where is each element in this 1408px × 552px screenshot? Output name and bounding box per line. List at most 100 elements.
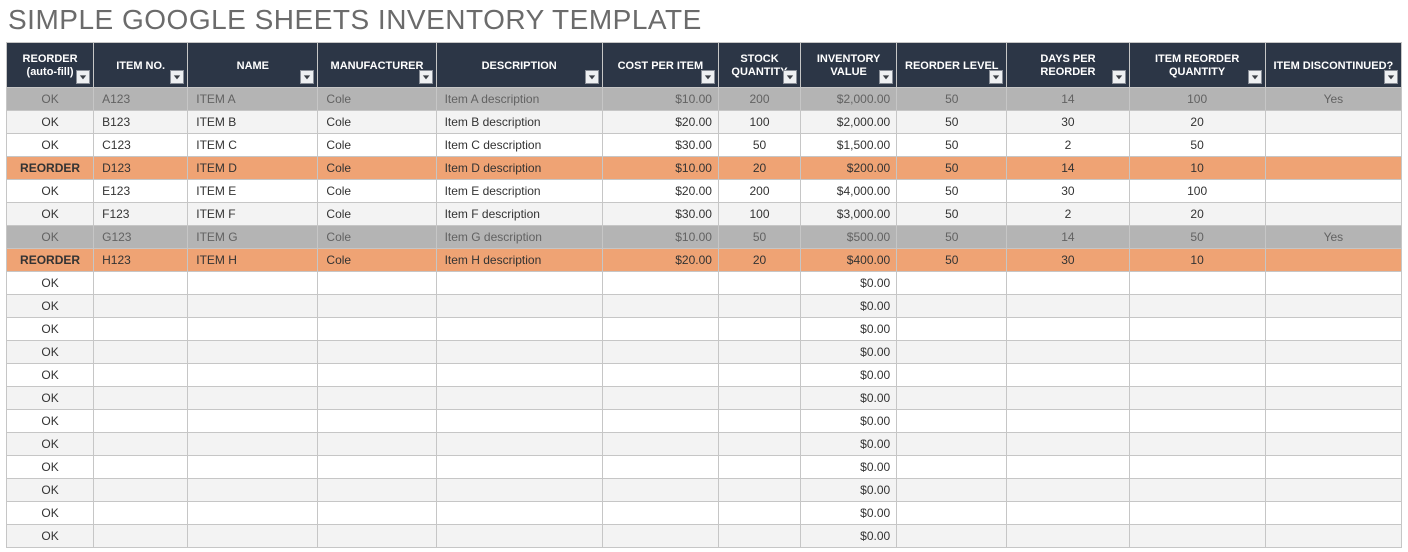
cell-disc[interactable] <box>1265 479 1401 502</box>
cell-name[interactable] <box>188 272 318 295</box>
cell-item_no[interactable] <box>94 318 188 341</box>
cell-mfr[interactable] <box>318 341 436 364</box>
cell-disc[interactable] <box>1265 341 1401 364</box>
cell-name[interactable] <box>188 295 318 318</box>
cell-reorder_level[interactable] <box>897 502 1007 525</box>
filter-dropdown-icon[interactable] <box>419 70 433 84</box>
cell-name[interactable]: ITEM C <box>188 134 318 157</box>
cell-reorder_level[interactable] <box>897 456 1007 479</box>
cell-disc[interactable] <box>1265 433 1401 456</box>
cell-disc[interactable] <box>1265 456 1401 479</box>
cell-inv[interactable]: $500.00 <box>801 226 897 249</box>
cell-reorder_level[interactable] <box>897 341 1007 364</box>
cell-mfr[interactable] <box>318 318 436 341</box>
cell-name[interactable]: ITEM A <box>188 88 318 111</box>
cell-stock[interactable] <box>718 364 800 387</box>
filter-dropdown-icon[interactable] <box>1248 70 1262 84</box>
cell-inv[interactable]: $200.00 <box>801 157 897 180</box>
cell-disc[interactable] <box>1265 387 1401 410</box>
cell-stock[interactable] <box>718 295 800 318</box>
cell-item_no[interactable]: D123 <box>94 157 188 180</box>
cell-status[interactable]: OK <box>7 111 94 134</box>
cell-reorder_qty[interactable] <box>1129 387 1265 410</box>
cell-disc[interactable] <box>1265 203 1401 226</box>
cell-status[interactable]: OK <box>7 203 94 226</box>
cell-stock[interactable] <box>718 318 800 341</box>
cell-days[interactable] <box>1007 456 1129 479</box>
cell-item_no[interactable]: A123 <box>94 88 188 111</box>
filter-dropdown-icon[interactable] <box>1112 70 1126 84</box>
cell-stock[interactable]: 200 <box>718 180 800 203</box>
cell-days[interactable]: 14 <box>1007 226 1129 249</box>
cell-stock[interactable] <box>718 272 800 295</box>
cell-reorder_qty[interactable] <box>1129 364 1265 387</box>
cell-stock[interactable] <box>718 410 800 433</box>
cell-mfr[interactable] <box>318 387 436 410</box>
cell-stock[interactable]: 20 <box>718 249 800 272</box>
cell-mfr[interactable] <box>318 479 436 502</box>
cell-days[interactable] <box>1007 341 1129 364</box>
cell-inv[interactable]: $0.00 <box>801 272 897 295</box>
cell-stock[interactable]: 200 <box>718 88 800 111</box>
cell-reorder_level[interactable] <box>897 364 1007 387</box>
cell-days[interactable] <box>1007 525 1129 548</box>
cell-days[interactable] <box>1007 479 1129 502</box>
filter-dropdown-icon[interactable] <box>76 70 90 84</box>
cell-mfr[interactable] <box>318 525 436 548</box>
cell-disc[interactable] <box>1265 249 1401 272</box>
cell-reorder_qty[interactable] <box>1129 272 1265 295</box>
cell-inv[interactable]: $4,000.00 <box>801 180 897 203</box>
cell-inv[interactable]: $1,500.00 <box>801 134 897 157</box>
cell-disc[interactable] <box>1265 111 1401 134</box>
cell-days[interactable]: 30 <box>1007 249 1129 272</box>
cell-cost[interactable] <box>602 456 718 479</box>
cell-reorder_qty[interactable] <box>1129 525 1265 548</box>
cell-desc[interactable] <box>436 456 602 479</box>
cell-stock[interactable]: 100 <box>718 111 800 134</box>
cell-cost[interactable]: $20.00 <box>602 180 718 203</box>
cell-inv[interactable]: $0.00 <box>801 318 897 341</box>
cell-cost[interactable]: $10.00 <box>602 88 718 111</box>
cell-reorder_level[interactable] <box>897 525 1007 548</box>
cell-disc[interactable] <box>1265 502 1401 525</box>
column-header[interactable]: STOCK QUANTITY <box>718 43 800 88</box>
cell-mfr[interactable] <box>318 433 436 456</box>
cell-days[interactable] <box>1007 364 1129 387</box>
cell-name[interactable]: ITEM D <box>188 157 318 180</box>
cell-desc[interactable] <box>436 364 602 387</box>
cell-item_no[interactable]: E123 <box>94 180 188 203</box>
filter-dropdown-icon[interactable] <box>989 70 1003 84</box>
cell-desc[interactable] <box>436 387 602 410</box>
cell-reorder_qty[interactable] <box>1129 502 1265 525</box>
cell-reorder_qty[interactable]: 20 <box>1129 203 1265 226</box>
cell-status[interactable]: OK <box>7 525 94 548</box>
cell-disc[interactable] <box>1265 295 1401 318</box>
cell-name[interactable] <box>188 410 318 433</box>
cell-desc[interactable] <box>436 502 602 525</box>
cell-status[interactable]: OK <box>7 272 94 295</box>
cell-days[interactable]: 14 <box>1007 157 1129 180</box>
cell-reorder_qty[interactable]: 50 <box>1129 134 1265 157</box>
cell-name[interactable] <box>188 318 318 341</box>
cell-cost[interactable] <box>602 272 718 295</box>
cell-inv[interactable]: $0.00 <box>801 525 897 548</box>
cell-days[interactable] <box>1007 387 1129 410</box>
cell-inv[interactable]: $3,000.00 <box>801 203 897 226</box>
cell-desc[interactable] <box>436 525 602 548</box>
cell-name[interactable] <box>188 387 318 410</box>
cell-status[interactable]: REORDER <box>7 249 94 272</box>
cell-cost[interactable] <box>602 387 718 410</box>
cell-stock[interactable] <box>718 502 800 525</box>
cell-reorder_level[interactable] <box>897 479 1007 502</box>
cell-cost[interactable] <box>602 295 718 318</box>
cell-stock[interactable]: 20 <box>718 157 800 180</box>
cell-desc[interactable]: Item B description <box>436 111 602 134</box>
cell-status[interactable]: OK <box>7 387 94 410</box>
cell-name[interactable]: ITEM B <box>188 111 318 134</box>
cell-mfr[interactable] <box>318 410 436 433</box>
cell-item_no[interactable]: F123 <box>94 203 188 226</box>
cell-disc[interactable] <box>1265 180 1401 203</box>
cell-status[interactable]: OK <box>7 364 94 387</box>
cell-cost[interactable] <box>602 318 718 341</box>
filter-dropdown-icon[interactable] <box>879 70 893 84</box>
